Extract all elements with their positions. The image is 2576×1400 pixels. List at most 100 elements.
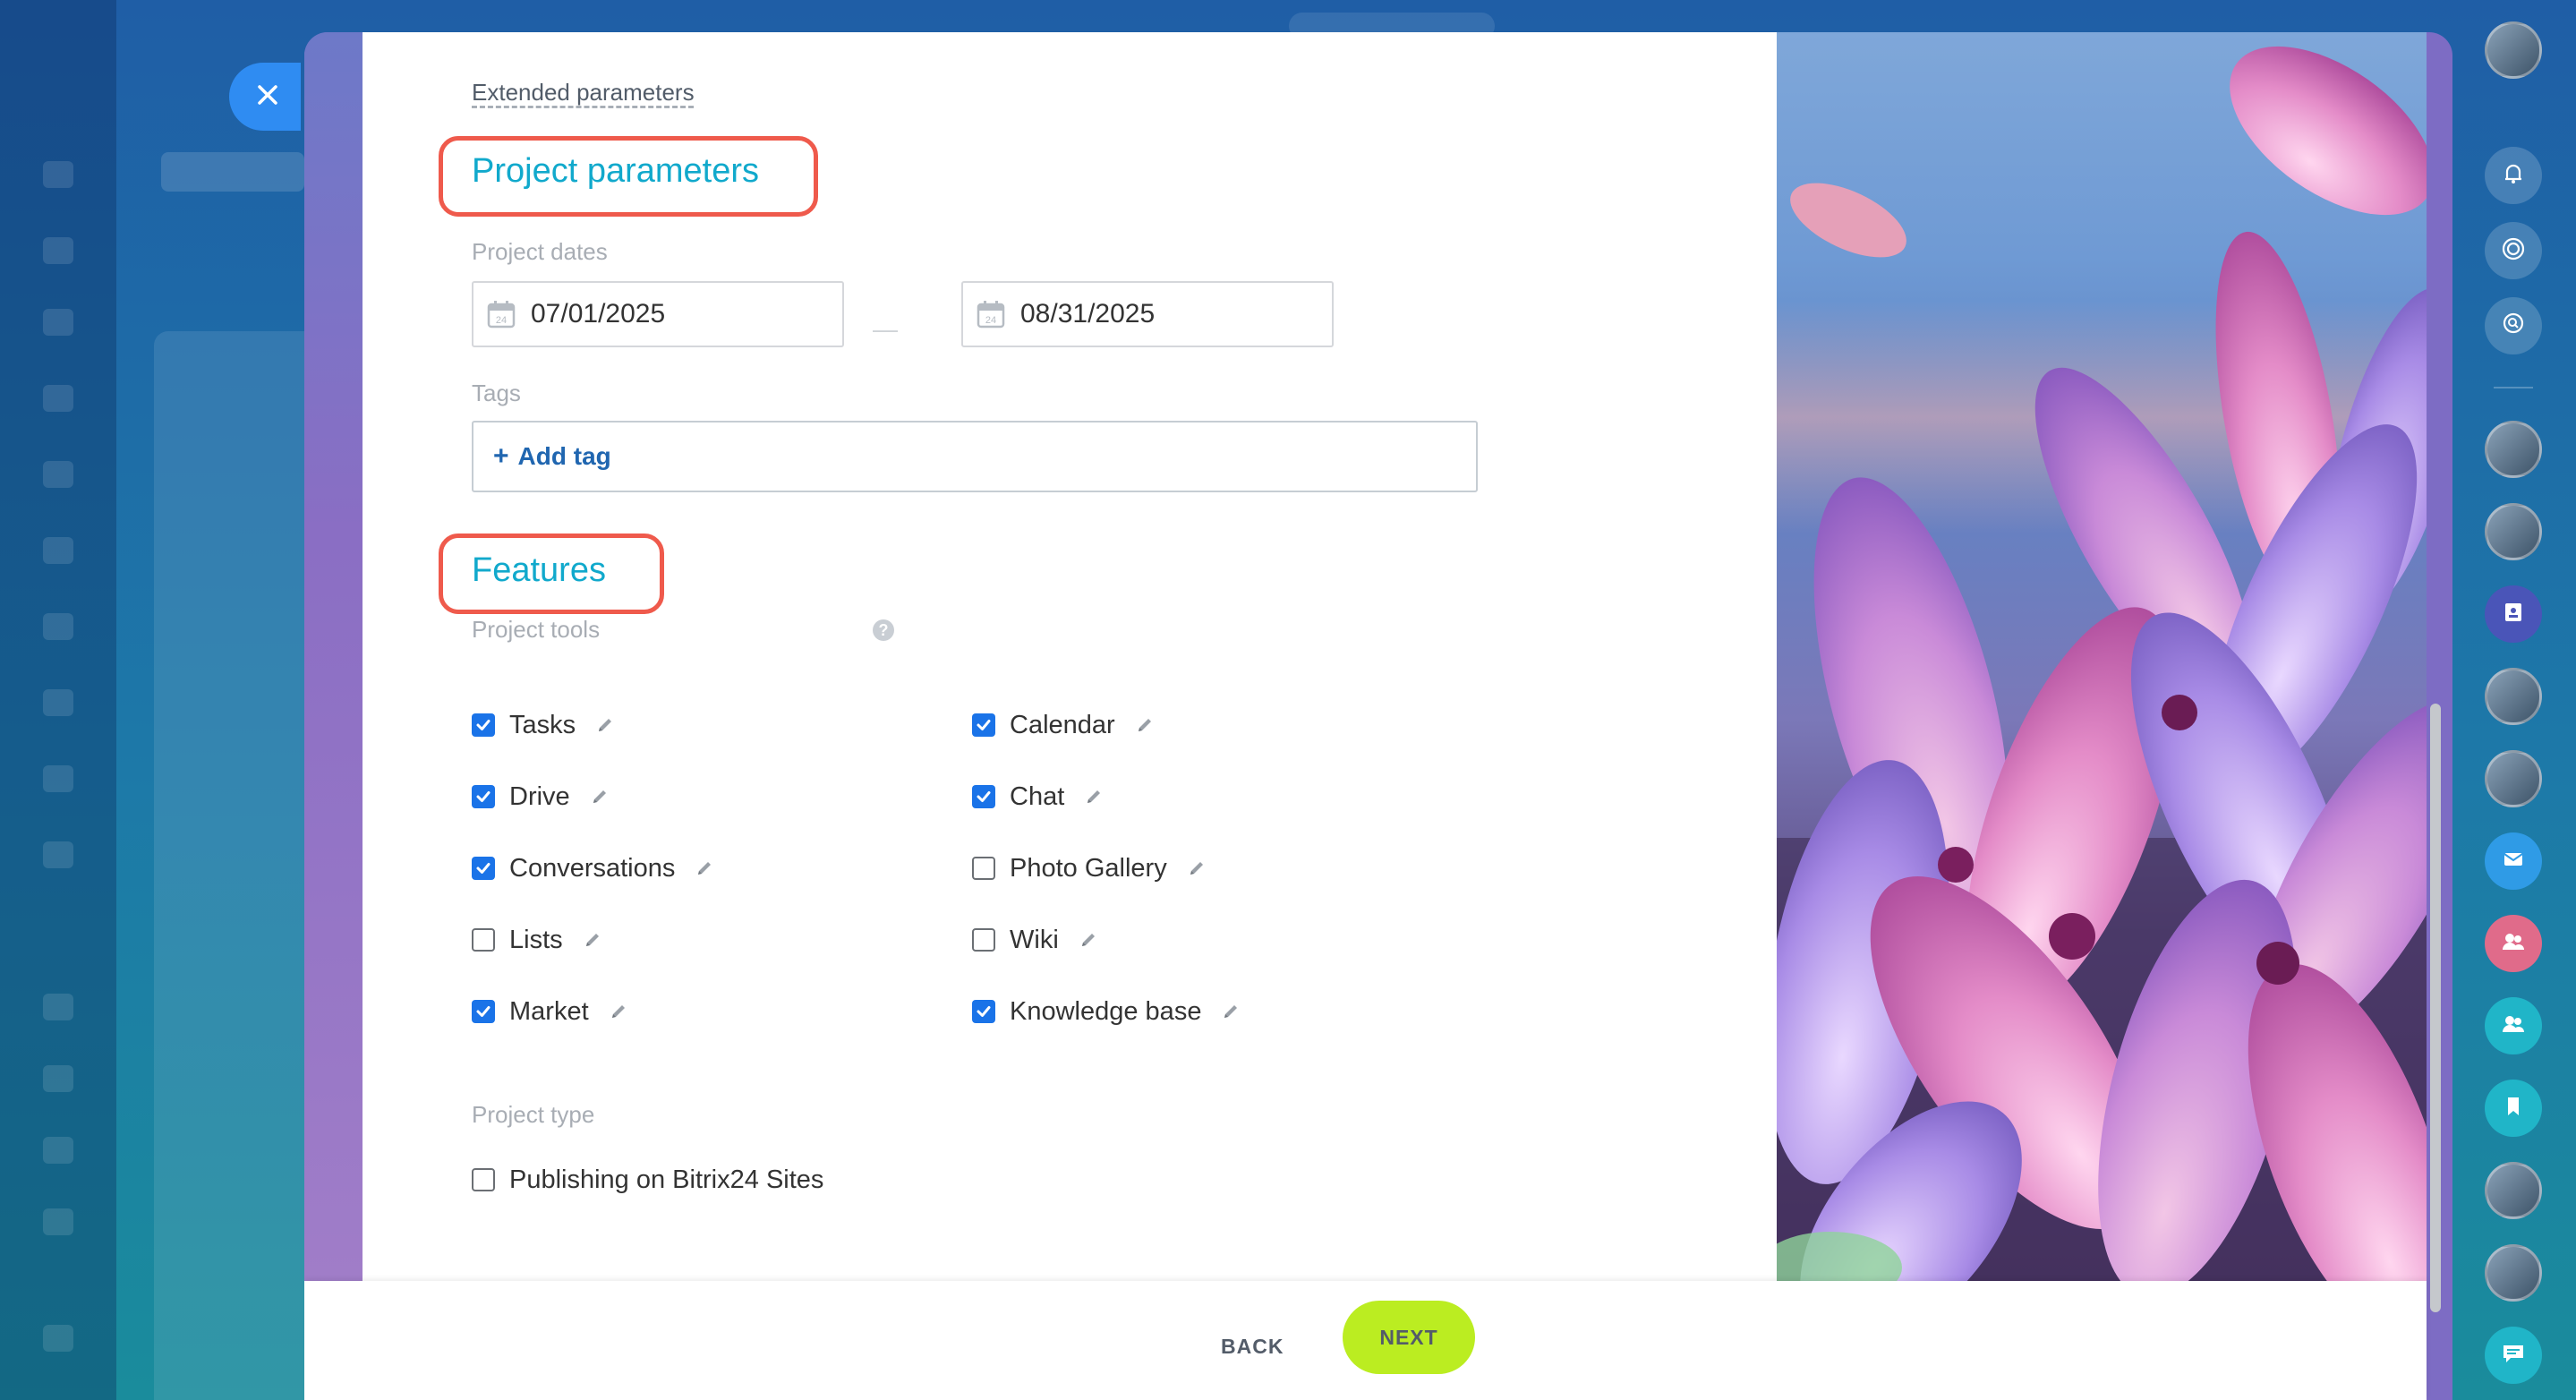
search-chat-button[interactable]	[2485, 297, 2542, 354]
pencil-icon[interactable]	[1079, 930, 1098, 950]
pencil-icon[interactable]	[595, 715, 615, 735]
pencil-icon[interactable]	[590, 787, 610, 807]
contact-avatar[interactable]	[2485, 503, 2542, 560]
project-type-label: Project type	[472, 1101, 595, 1128]
background-menu-item	[43, 1137, 73, 1164]
feature-wiki[interactable]: Wiki	[972, 922, 1098, 958]
end-date-field[interactable]: 24 08/31/2025	[961, 281, 1334, 347]
pencil-icon[interactable]	[609, 1002, 628, 1021]
svg-text:24: 24	[496, 315, 507, 326]
group-icon	[2500, 1011, 2527, 1042]
feature-checkbox[interactable]	[472, 928, 495, 952]
decorative-flower-photo	[1777, 32, 2427, 1281]
feature-lists[interactable]: Lists	[472, 922, 602, 958]
search-chat-icon	[2500, 311, 2527, 342]
feature-calendar[interactable]: Calendar	[972, 707, 1155, 743]
calendar-icon: 24	[976, 299, 1006, 329]
pencil-icon[interactable]	[1221, 1002, 1241, 1021]
project-form: Extended parameters Project parameters P…	[363, 32, 1777, 1281]
feature-checkbox[interactable]	[472, 1000, 495, 1023]
feature-label: Conversations	[509, 853, 676, 883]
feature-checkbox[interactable]	[472, 713, 495, 737]
feature-conversations[interactable]: Conversations	[472, 850, 714, 886]
background-menu-item	[43, 537, 73, 564]
feature-checkbox[interactable]	[972, 928, 995, 952]
contact-avatar[interactable]	[2485, 421, 2542, 478]
feature-checkbox[interactable]	[972, 1000, 995, 1023]
contact-avatar[interactable]	[2485, 1244, 2542, 1302]
feature-label: Wiki	[1010, 925, 1059, 954]
back-button[interactable]: BACK	[1221, 1335, 1284, 1359]
extended-parameters-link[interactable]: Extended parameters	[472, 79, 695, 107]
project-dates-label: Project dates	[472, 238, 608, 265]
background-menu-item	[43, 613, 73, 640]
feature-label: Tasks	[509, 710, 576, 739]
feature-checkbox[interactable]	[472, 785, 495, 808]
feature-checkbox[interactable]	[472, 857, 495, 880]
group-chat-button[interactable]	[2485, 997, 2542, 1054]
feature-checkbox[interactable]	[972, 857, 995, 880]
start-date-field[interactable]: 24 07/01/2025	[472, 281, 844, 347]
activity-button[interactable]	[2485, 222, 2542, 279]
feature-tasks[interactable]: Tasks	[472, 707, 615, 743]
bookmark-icon	[2502, 1095, 2525, 1123]
contact-card-icon	[2502, 601, 2525, 628]
feature-chat[interactable]: Chat	[972, 779, 1104, 815]
pencil-icon[interactable]	[1084, 787, 1104, 807]
feature-drive[interactable]: Drive	[472, 779, 610, 815]
feature-label: Calendar	[1010, 710, 1115, 739]
svg-text:24: 24	[985, 315, 996, 326]
background-menu-item	[43, 237, 73, 264]
contact-avatar[interactable]	[2485, 668, 2542, 725]
feature-knowledge-base[interactable]: Knowledge base	[972, 994, 1241, 1029]
contact-card-button[interactable]	[2485, 585, 2542, 643]
date-separator: —	[873, 315, 898, 343]
bell-icon	[2500, 160, 2527, 192]
next-button[interactable]: NEXT	[1343, 1301, 1475, 1374]
group-chat-avatar[interactable]	[2485, 750, 2542, 807]
slider-scrollbar[interactable]	[2430, 704, 2441, 1312]
background-menu-item	[43, 1208, 73, 1235]
project-settings-slider: Extended parameters Project parameters P…	[304, 32, 2452, 1400]
feature-label: Knowledge base	[1010, 996, 1202, 1026]
features-title: Features	[472, 551, 606, 589]
pencil-icon[interactable]	[583, 930, 602, 950]
background-menu-item	[43, 1325, 73, 1352]
notifications-button[interactable]	[2485, 147, 2542, 204]
background-menu-item	[43, 765, 73, 792]
publishing-option[interactable]: Publishing on Bitrix24 Sites	[472, 1162, 823, 1198]
close-icon	[251, 83, 279, 111]
pencil-icon[interactable]	[1187, 858, 1207, 878]
group-chat-button[interactable]	[2485, 915, 2542, 972]
feature-label: Photo Gallery	[1010, 853, 1167, 883]
background-menu-item	[43, 841, 73, 868]
feature-label: Lists	[509, 925, 563, 954]
bookmark-button[interactable]	[2485, 1080, 2542, 1137]
help-icon[interactable]: ?	[873, 619, 894, 641]
right-sidebar	[2452, 0, 2576, 1400]
background-menu-item	[43, 689, 73, 716]
mail-button[interactable]	[2485, 832, 2542, 890]
add-tag-field[interactable]: + Add tag	[472, 421, 1478, 492]
close-slider-button[interactable]	[229, 63, 301, 131]
publishing-checkbox[interactable]	[472, 1168, 495, 1191]
feature-photo-gallery[interactable]: Photo Gallery	[972, 850, 1207, 886]
feature-checkbox[interactable]	[972, 785, 995, 808]
open-chat-button[interactable]	[2485, 1327, 2542, 1384]
background-menu-item	[43, 309, 73, 336]
tags-label: Tags	[472, 380, 521, 406]
user-avatar[interactable]	[2485, 21, 2542, 79]
mail-icon	[2501, 847, 2526, 876]
group-icon	[2500, 928, 2527, 960]
background-menu-item	[43, 385, 73, 412]
feature-checkbox[interactable]	[972, 713, 995, 737]
pencil-icon[interactable]	[1135, 715, 1155, 735]
background-menu-item	[43, 994, 73, 1020]
pencil-icon[interactable]	[695, 858, 714, 878]
feature-market[interactable]: Market	[472, 994, 628, 1029]
project-parameters-title: Project parameters	[472, 152, 760, 190]
contact-avatar[interactable]	[2485, 1162, 2542, 1219]
start-date-value: 07/01/2025	[531, 299, 666, 329]
rail-divider	[2494, 387, 2533, 388]
flowers-illustration	[1777, 46, 2427, 1281]
